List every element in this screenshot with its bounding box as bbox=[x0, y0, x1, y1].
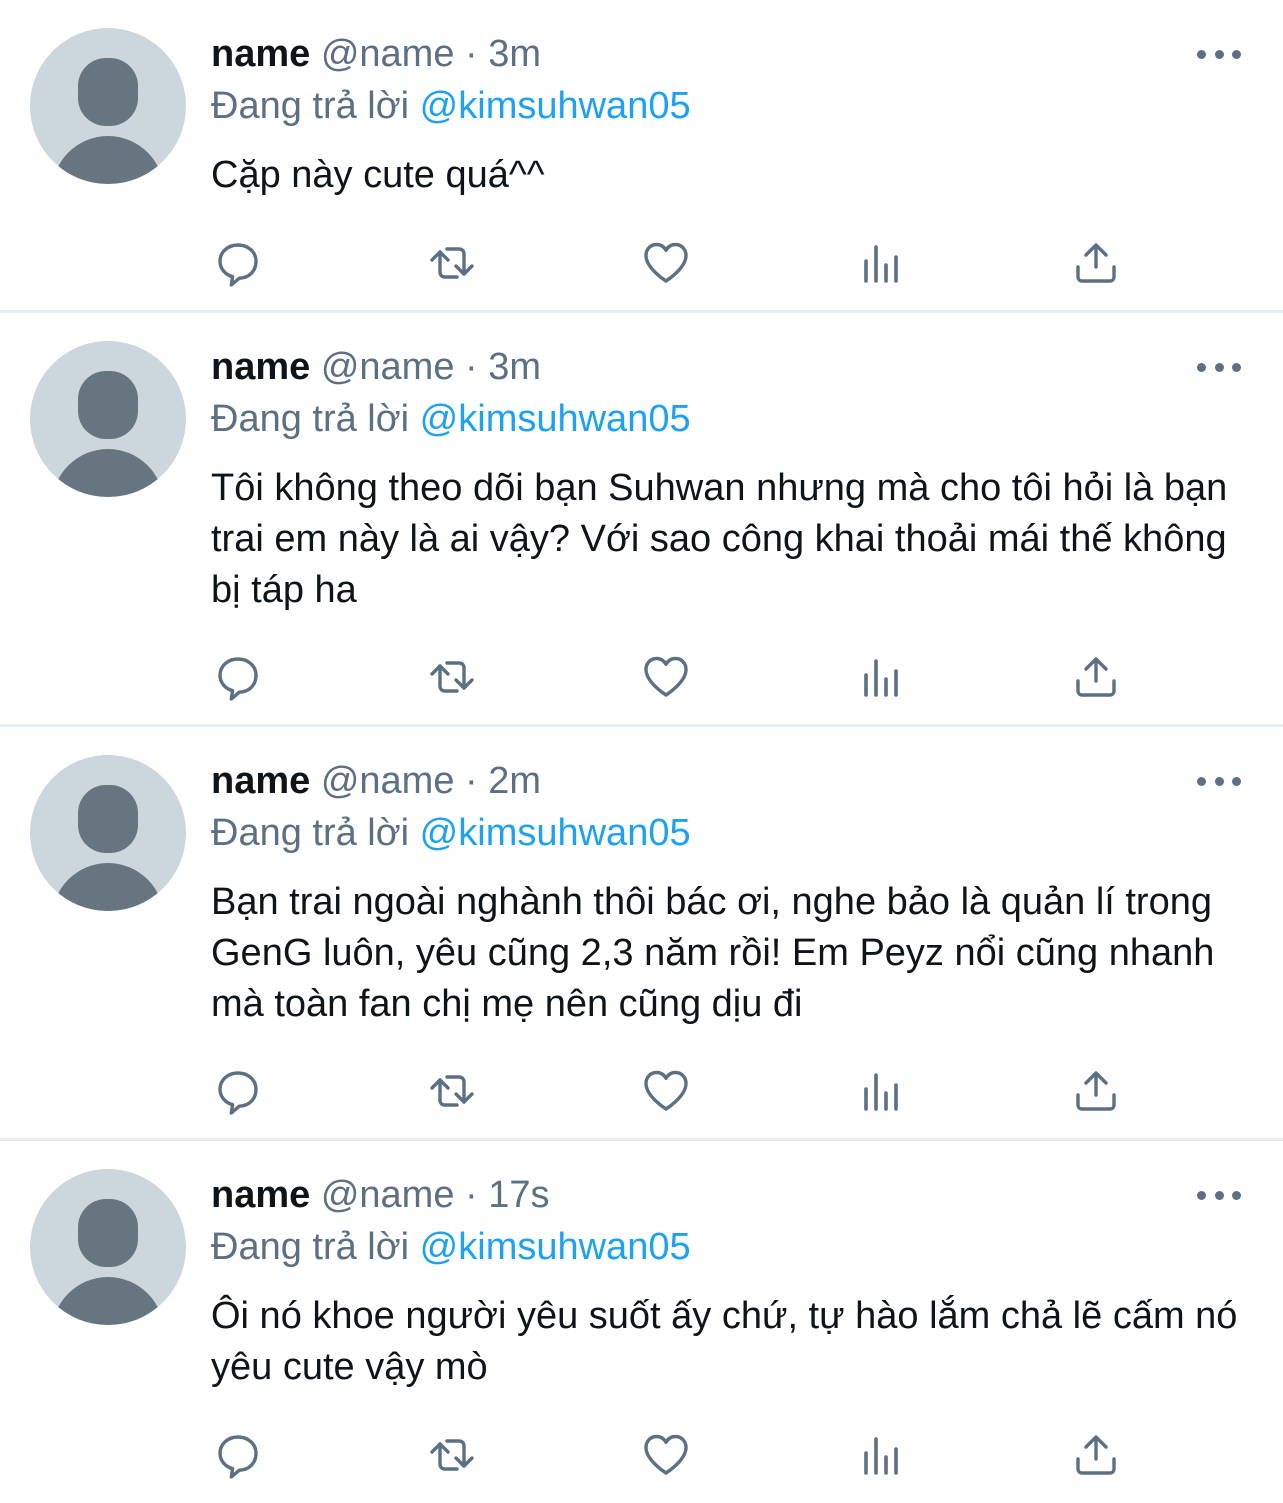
more-icon[interactable] bbox=[1197, 1183, 1241, 1207]
heart-icon[interactable] bbox=[640, 1065, 692, 1117]
tweet[interactable]: name @name · 3m Đang trả lời @kimsuhwan0… bbox=[0, 0, 1283, 311]
mention-link[interactable]: @kimsuhwan05 bbox=[420, 812, 691, 854]
tweet[interactable]: name @name · 2m Đang trả lời @kimsuhwan0… bbox=[0, 727, 1283, 1139]
tweet-header: name @name · 2m bbox=[211, 759, 541, 803]
display-name[interactable]: name bbox=[211, 760, 310, 802]
default-avatar-icon bbox=[78, 58, 138, 126]
heart-icon[interactable] bbox=[640, 651, 692, 703]
action-bar bbox=[212, 651, 1132, 703]
reply-prefix: Đang trả lời bbox=[211, 85, 410, 127]
tweet-header: name @name · 17s bbox=[211, 1173, 550, 1217]
share-icon[interactable] bbox=[1070, 1065, 1122, 1117]
display-name[interactable]: name bbox=[211, 346, 310, 388]
timestamp[interactable]: 2m bbox=[488, 760, 541, 802]
tweet-header: name @name · 3m bbox=[211, 32, 541, 76]
retweet-icon[interactable] bbox=[426, 1065, 478, 1117]
tweet-feed: name @name · 3m Đang trả lời @kimsuhwan0… bbox=[0, 0, 1283, 1503]
default-avatar-icon bbox=[78, 785, 138, 853]
timestamp[interactable]: 3m bbox=[488, 346, 541, 388]
replying-to: Đang trả lời @kimsuhwan05 bbox=[211, 84, 691, 128]
more-icon[interactable] bbox=[1197, 42, 1241, 66]
divider bbox=[0, 724, 1283, 727]
replying-to: Đang trả lời @kimsuhwan05 bbox=[211, 1225, 691, 1269]
mention-link[interactable]: @kimsuhwan05 bbox=[420, 85, 691, 127]
handle[interactable]: @name bbox=[321, 346, 455, 388]
tweet-text: Ôi nó khoe người yêu suốt ấy chứ, tự hào… bbox=[211, 1295, 1238, 1388]
avatar[interactable] bbox=[30, 1169, 186, 1325]
timestamp[interactable]: 3m bbox=[488, 33, 541, 75]
reply-icon[interactable] bbox=[212, 1429, 264, 1481]
tweet-text: Bạn trai ngoài nghành thôi bác ơi, nghe … bbox=[211, 881, 1215, 1025]
retweet-icon[interactable] bbox=[426, 651, 478, 703]
default-avatar-icon bbox=[78, 371, 138, 439]
retweet-icon[interactable] bbox=[426, 1429, 478, 1481]
replying-to: Đang trả lời @kimsuhwan05 bbox=[211, 397, 691, 441]
separator: · bbox=[465, 33, 478, 75]
tweet[interactable]: name @name · 17s Đang trả lời @kimsuhwan… bbox=[0, 1141, 1283, 1503]
divider bbox=[0, 310, 1283, 313]
share-icon[interactable] bbox=[1070, 1429, 1122, 1481]
display-name[interactable]: name bbox=[211, 1174, 310, 1216]
avatar[interactable] bbox=[30, 341, 186, 497]
replying-to: Đang trả lời @kimsuhwan05 bbox=[211, 811, 691, 855]
handle[interactable]: @name bbox=[321, 1174, 455, 1216]
action-bar bbox=[212, 237, 1132, 289]
reply-icon[interactable] bbox=[212, 1065, 264, 1117]
tweet[interactable]: name @name · 3m Đang trả lời @kimsuhwan0… bbox=[0, 313, 1283, 725]
tweet-text: Cặp này cute quá^^ bbox=[211, 154, 545, 196]
reply-prefix: Đang trả lời bbox=[211, 1226, 410, 1268]
reply-icon[interactable] bbox=[212, 237, 264, 289]
retweet-icon[interactable] bbox=[426, 237, 478, 289]
separator: · bbox=[465, 346, 478, 388]
bar-chart-icon[interactable] bbox=[856, 1429, 908, 1481]
reply-prefix: Đang trả lời bbox=[211, 398, 410, 440]
heart-icon[interactable] bbox=[640, 237, 692, 289]
bar-chart-icon[interactable] bbox=[856, 651, 908, 703]
bar-chart-icon[interactable] bbox=[856, 237, 908, 289]
share-icon[interactable] bbox=[1070, 237, 1122, 289]
divider bbox=[0, 1138, 1283, 1141]
default-avatar-icon bbox=[78, 1199, 138, 1267]
tweet-header: name @name · 3m bbox=[211, 345, 541, 389]
reply-prefix: Đang trả lời bbox=[211, 812, 410, 854]
more-icon[interactable] bbox=[1197, 355, 1241, 379]
mention-link[interactable]: @kimsuhwan05 bbox=[420, 1226, 691, 1268]
separator: · bbox=[465, 1174, 478, 1216]
mention-link[interactable]: @kimsuhwan05 bbox=[420, 398, 691, 440]
display-name[interactable]: name bbox=[211, 33, 310, 75]
reply-icon[interactable] bbox=[212, 651, 264, 703]
avatar[interactable] bbox=[30, 28, 186, 184]
timestamp[interactable]: 17s bbox=[488, 1174, 549, 1216]
action-bar bbox=[212, 1429, 1132, 1481]
heart-icon[interactable] bbox=[640, 1429, 692, 1481]
bar-chart-icon[interactable] bbox=[856, 1065, 908, 1117]
handle[interactable]: @name bbox=[321, 33, 455, 75]
tweet-text: Tôi không theo dõi bạn Suhwan nhưng mà c… bbox=[211, 467, 1228, 611]
handle[interactable]: @name bbox=[321, 760, 455, 802]
separator: · bbox=[465, 760, 478, 802]
avatar[interactable] bbox=[30, 755, 186, 911]
action-bar bbox=[212, 1065, 1132, 1117]
share-icon[interactable] bbox=[1070, 651, 1122, 703]
more-icon[interactable] bbox=[1197, 769, 1241, 793]
